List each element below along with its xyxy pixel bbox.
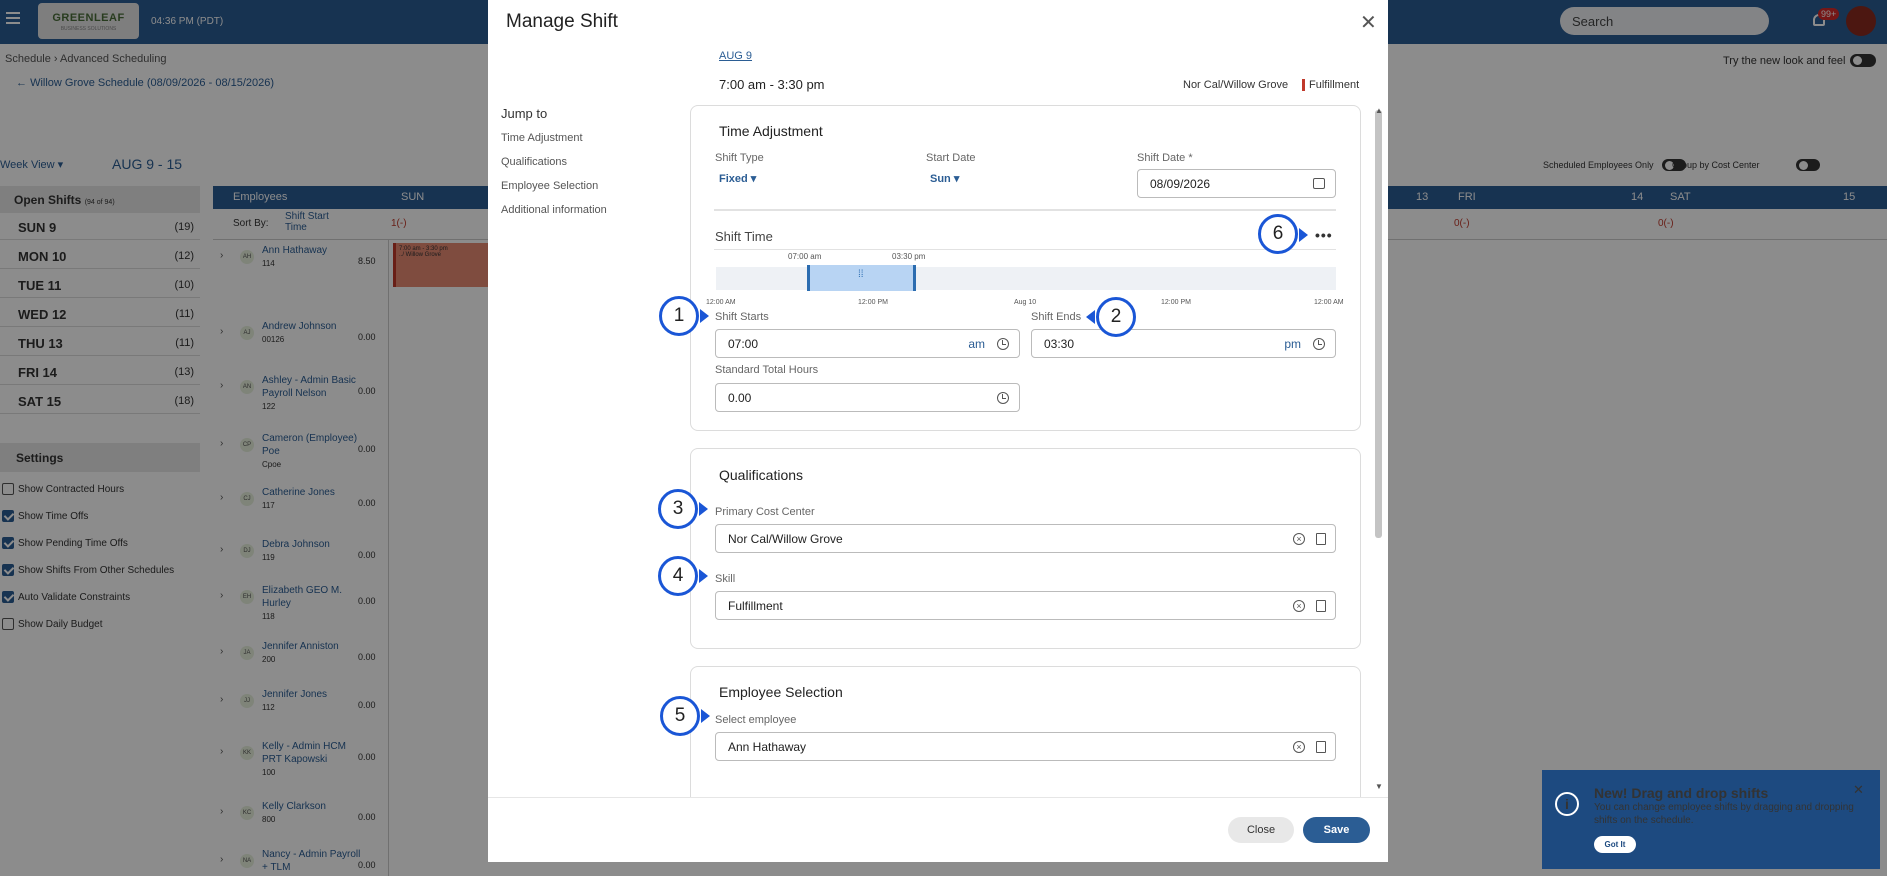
close-button[interactable]: Close [1228,817,1294,843]
clear-icon[interactable]: × [1293,741,1305,753]
shift-starts-value: 07:00 [728,337,759,351]
marker-arrow [700,309,709,323]
timeline-start-label: 07:00 am [788,252,822,261]
cost-center-value: Nor Cal/Willow Grove [728,532,843,546]
shift-type-select[interactable]: Fixed ▾ [719,172,756,185]
marker-arrow [1086,310,1095,324]
cost-center-field[interactable]: Nor Cal/Willow Grove × [715,524,1336,553]
employee-selection-title: Employee Selection [719,684,843,700]
shift-time-label: Shift Time [715,229,773,244]
shift-ends-value: 03:30 [1044,337,1075,351]
shift-time-range: 7:00 am - 3:30 pm [719,77,825,92]
jump-additional-information[interactable]: Additional information [501,204,607,216]
timeline-tick: 12:00 AM [1314,299,1344,306]
skill-field[interactable]: Fulfillment × [715,591,1336,620]
cost-center-label: Primary Cost Center [715,506,815,518]
lookup-icon[interactable] [1316,600,1326,612]
shift-date-value: 08/09/2026 [1150,177,1211,191]
modal-scrollbar[interactable] [1375,110,1382,538]
shift-date-field[interactable]: 08/09/2026 [1137,169,1336,198]
save-button[interactable]: Save [1303,817,1370,843]
toast-body: You can change employee shifts by draggi… [1594,802,1854,826]
clock-icon[interactable] [1313,338,1325,350]
timeline-end-label: 03:30 pm [892,252,926,261]
divider [714,249,1336,250]
calendar-icon[interactable] [1313,178,1325,189]
got-it-button[interactable]: Got It [1594,836,1636,853]
timeline-tick: 12:00 AM [706,299,736,306]
skill-label: Skill [715,573,736,585]
shift-ends-field[interactable]: 03:30 pm [1031,329,1336,358]
marker-5: 5 [660,696,700,736]
select-employee-label: Select employee [715,714,797,726]
app-root: GREENLEAF BUSINESS SOLUTIONS 04:36 PM (PD… [0,0,1887,876]
close-icon[interactable]: ✕ [1853,782,1864,798]
clear-icon[interactable]: × [1293,533,1305,545]
modal-title: Manage Shift [506,11,618,32]
scroll-down-icon[interactable]: ▼ [1375,782,1383,791]
divider [714,209,1336,211]
start-date-label: Start Date [926,152,976,164]
lookup-icon[interactable] [1316,533,1326,545]
shift-ends-ampm[interactable]: pm [1284,337,1301,351]
shift-starts-ampm[interactable]: am [968,337,985,351]
select-employee-field[interactable]: Ann Hathaway × [715,732,1336,761]
jump-to-title: Jump to [501,106,548,121]
shift-date-label: Shift Date * [1137,152,1193,164]
marker-2: 2 [1096,297,1136,337]
standard-hours-label: Standard Total Hours [715,364,819,376]
marker-arrow [701,709,710,723]
standard-hours-field[interactable]: 0.00 [715,383,1020,412]
timeline-tick: Aug 10 [1014,299,1037,306]
shift-type-value: Fixed [719,173,748,185]
shift-location: Nor Cal/Willow Grove [1183,79,1289,91]
shift-starts-field[interactable]: 07:00 am [715,329,1020,358]
timeline-tick: 12:00 PM [1161,299,1191,306]
jump-employee-selection[interactable]: Employee Selection [501,180,598,192]
timeline-tick: 12:00 PM [858,299,888,306]
drag-handle-icon[interactable]: ⁞⁞ [858,269,864,280]
shift-cost-center: Fulfillment [1302,79,1359,91]
timeline-selection[interactable]: ⁞⁞ [807,265,916,291]
marker-arrow [699,502,708,516]
date-link[interactable]: AUG 9 [719,50,752,62]
clock-icon[interactable] [997,392,1009,404]
marker-3: 3 [658,489,698,529]
clear-icon[interactable]: × [1293,600,1305,612]
more-options-icon[interactable]: ••• [1315,227,1333,243]
shift-starts-label: Shift Starts [715,311,769,323]
qualifications-title: Qualifications [719,467,804,483]
shift-ends-label: Shift Ends [1031,311,1082,323]
standard-hours-value: 0.00 [728,391,752,405]
start-date-value: Sun [930,173,951,185]
shift-type-label: Shift Type [715,152,764,164]
info-icon: i [1555,792,1579,816]
marker-arrow [699,569,708,583]
skill-value: Fulfillment [728,599,783,613]
marker-4: 4 [658,556,698,596]
marker-6: 6 [1258,214,1298,254]
selected-employee-value: Ann Hathaway [728,740,807,754]
toast-title: New! Drag and drop shifts [1594,785,1769,801]
close-icon[interactable]: ✕ [1360,10,1377,35]
marker-arrow [1299,228,1308,242]
jump-qualifications[interactable]: Qualifications [501,156,567,168]
marker-1: 1 [659,296,699,336]
start-date-select[interactable]: Sun ▾ [930,172,959,185]
clock-icon[interactable] [997,338,1009,350]
lookup-icon[interactable] [1316,741,1326,753]
time-adjustment-title: Time Adjustment [719,123,823,139]
jump-time-adjustment[interactable]: Time Adjustment [501,132,583,144]
scroll-up-icon[interactable]: ▲ [1375,106,1383,115]
